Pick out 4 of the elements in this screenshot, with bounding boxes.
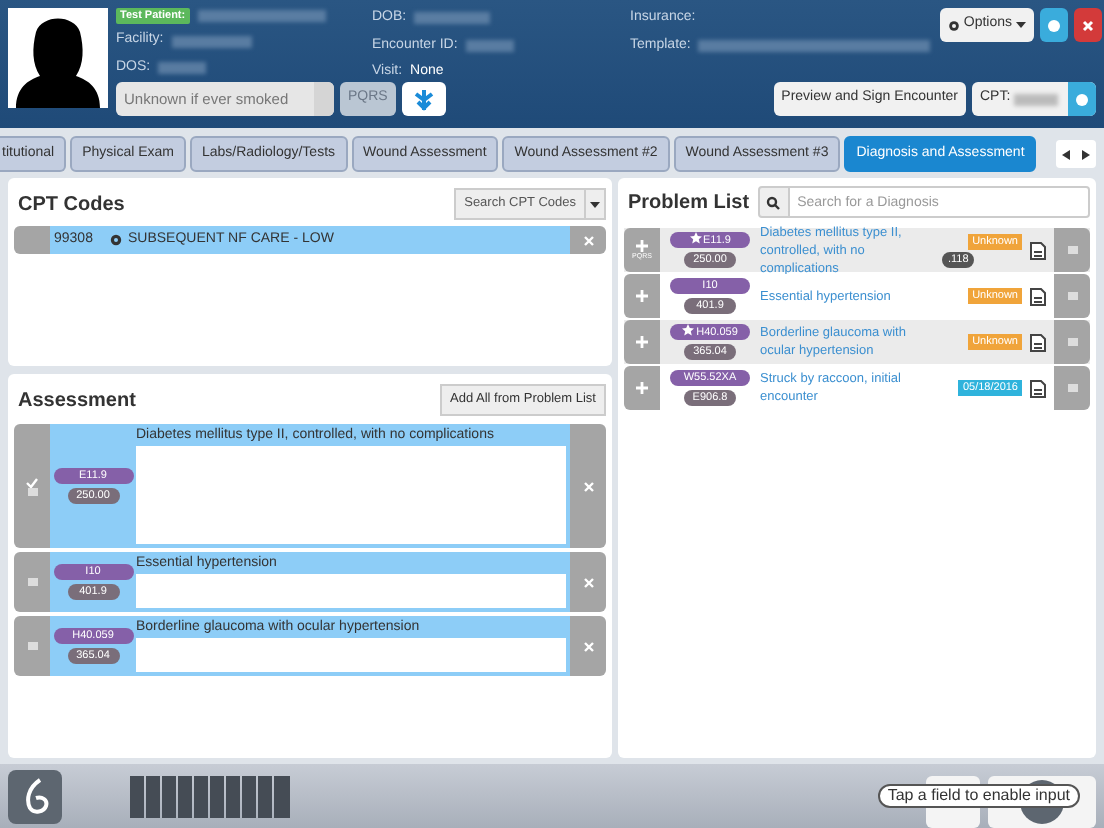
panel-title: CPT Codes bbox=[16, 191, 125, 219]
panel-title: Problem List bbox=[626, 189, 750, 217]
tooltip: Tap a field to enable input bbox=[877, 784, 1080, 808]
panel-title: Assessment bbox=[16, 387, 136, 415]
